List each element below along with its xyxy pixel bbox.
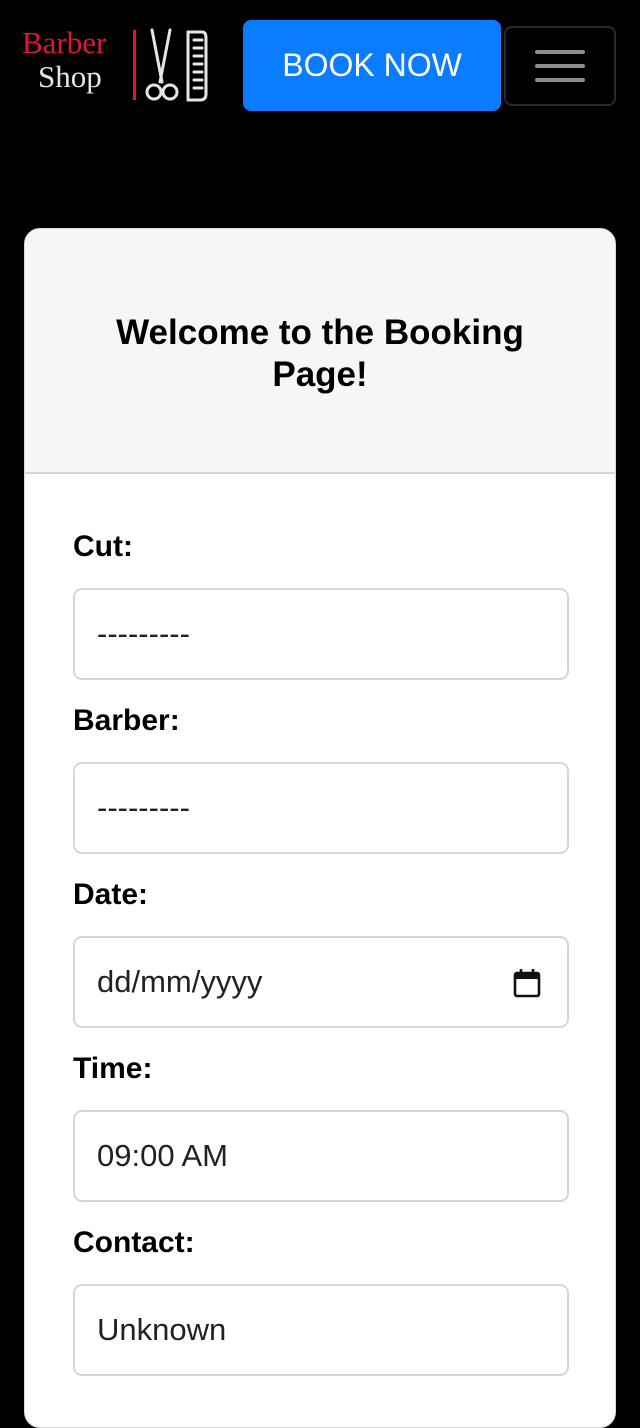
date-input[interactable]: dd/mm/yyyy — [73, 936, 569, 1028]
cut-label: Cut: — [73, 530, 133, 563]
contact-input-value: Unknown — [97, 1312, 227, 1347]
booking-card-header: Welcome to the Booking Page! — [25, 229, 615, 474]
hamburger-menu-icon[interactable] — [504, 26, 616, 106]
barber-select[interactable]: --------- — [73, 762, 569, 854]
menu-bar — [535, 50, 585, 54]
cut-select-value: --------- — [97, 616, 190, 651]
barber-select-value: --------- — [97, 790, 190, 825]
cut-select[interactable]: --------- — [73, 588, 569, 680]
logo-text-shop: Shop — [38, 59, 102, 94]
scissors-comb-icon — [145, 28, 208, 102]
booking-card: Welcome to the Booking Page! Cut: ------… — [24, 228, 616, 1428]
contact-label: Contact: — [73, 1226, 195, 1259]
time-input[interactable]: 09:00 AM — [73, 1110, 569, 1202]
time-input-value: 09:00 AM — [97, 1138, 228, 1173]
booking-form: Cut: --------- Barber: --------- Date: d… — [25, 474, 615, 1376]
logo-divider — [133, 30, 136, 100]
brand-logo[interactable]: Barber Shop — [22, 26, 212, 106]
navbar: Barber Shop BOOK NOW — [0, 0, 640, 130]
barber-label: Barber: — [73, 704, 180, 737]
date-input-value: dd/mm/yyyy — [97, 964, 263, 999]
contact-input[interactable]: Unknown — [73, 1284, 569, 1376]
menu-bar — [535, 64, 585, 68]
logo-text-barber: Barber — [22, 25, 107, 60]
time-label: Time: — [73, 1052, 153, 1085]
date-label: Date: — [73, 878, 149, 911]
calendar-icon[interactable] — [513, 968, 541, 998]
menu-bar — [535, 78, 585, 82]
book-now-button[interactable]: BOOK NOW — [243, 20, 501, 111]
page-title: Welcome to the Booking Page! — [116, 312, 524, 394]
